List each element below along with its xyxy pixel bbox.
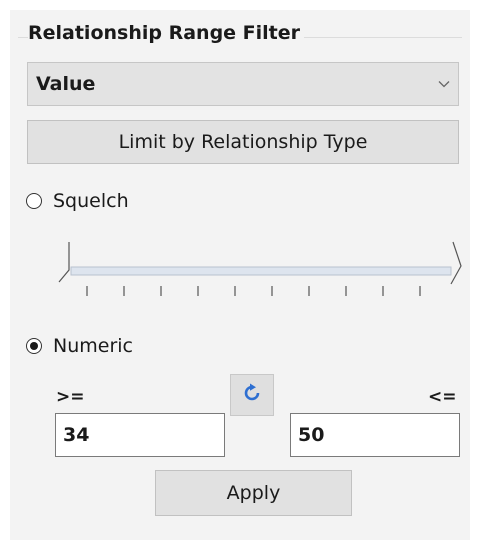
refresh-icon (242, 383, 262, 407)
min-operator-label: >= (56, 387, 85, 407)
squelch-radio[interactable] (26, 193, 42, 209)
min-value-input[interactable]: 34 (55, 413, 225, 457)
radio-selected-dot (30, 342, 38, 350)
squelch-slider[interactable] (55, 240, 465, 300)
slider-track (70, 266, 452, 276)
numeric-radio[interactable] (26, 338, 42, 354)
dropdown-selected-value: Value (36, 73, 96, 95)
range-filter-groupbox: Relationship Range Filter Value Limit by… (10, 10, 470, 540)
squelch-radio-option[interactable]: Squelch (26, 190, 129, 212)
slider-ticks (86, 286, 421, 296)
relationship-range-filter-panel: Relationship Range Filter Value Limit by… (10, 10, 470, 540)
chevron-down-icon (430, 80, 458, 88)
slider-left-thumb (58, 242, 70, 283)
slider-right-thumb (450, 241, 462, 285)
numeric-label: Numeric (53, 335, 133, 357)
max-value-input[interactable]: 50 (290, 413, 460, 457)
numeric-radio-option[interactable]: Numeric (26, 335, 133, 357)
filter-type-dropdown[interactable]: Value (27, 62, 459, 106)
max-operator-label: <= (428, 387, 457, 407)
squelch-label: Squelch (53, 190, 129, 212)
limit-by-relationship-type-button[interactable]: Limit by Relationship Type (27, 120, 459, 164)
apply-button[interactable]: Apply (155, 470, 352, 516)
group-title: Relationship Range Filter (28, 22, 305, 44)
reset-range-button[interactable] (230, 374, 274, 416)
